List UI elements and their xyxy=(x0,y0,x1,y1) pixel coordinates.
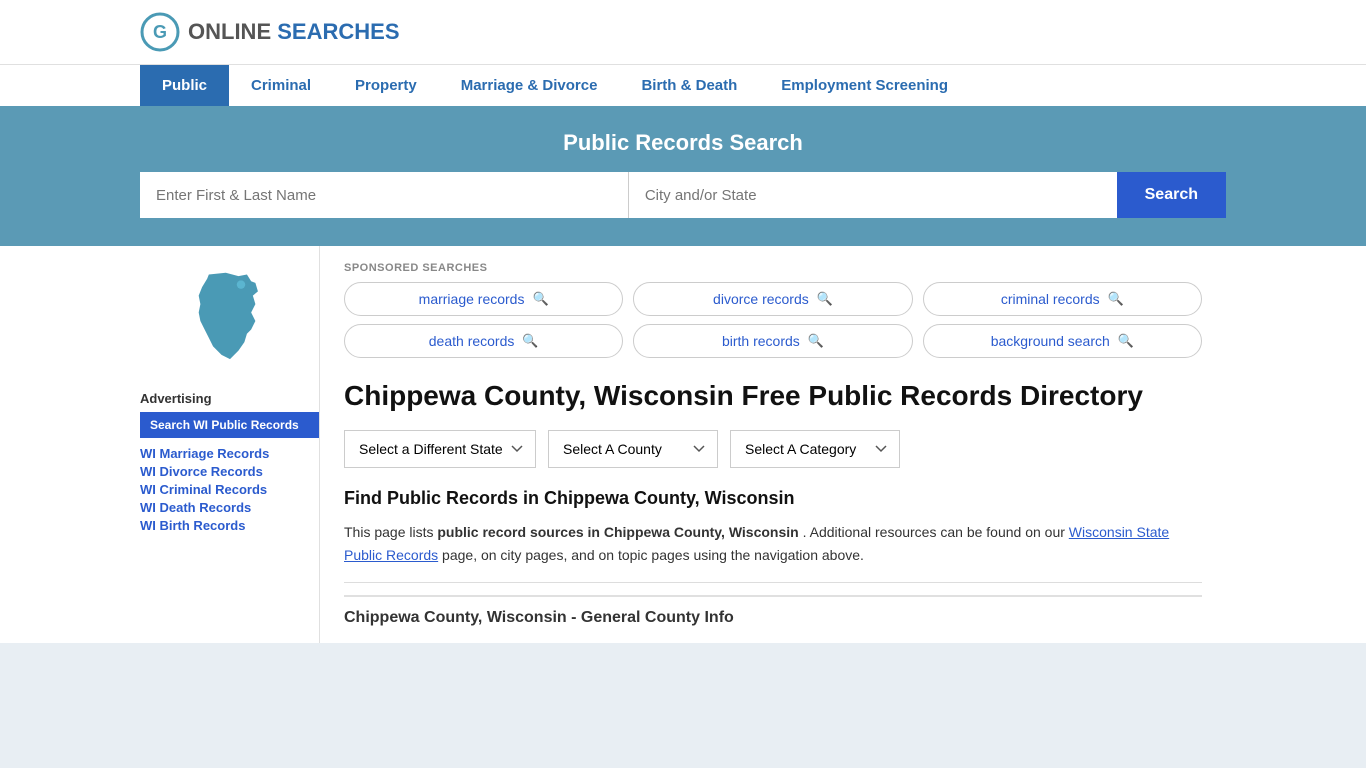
state-shape-icon xyxy=(175,266,285,376)
search-icon-5: 🔍 xyxy=(808,333,824,349)
county-dropdown[interactable]: Select A County xyxy=(548,430,718,468)
main-content: Advertising Search WI Public Records WI … xyxy=(0,246,1366,643)
county-info-title: Chippewa County, Wisconsin - General Cou… xyxy=(344,595,1202,627)
search-tag-divorce-label: divorce records xyxy=(713,291,809,307)
sidebar-link-birth[interactable]: WI Birth Records xyxy=(140,518,319,533)
search-tag-background[interactable]: background search 🔍 xyxy=(923,324,1202,358)
find-text-bold: public record sources in Chippewa County… xyxy=(437,524,798,540)
search-tag-birth-label: birth records xyxy=(722,333,800,349)
logo-online-text: ONLINE xyxy=(188,19,271,44)
search-banner: Public Records Search Search xyxy=(0,106,1366,246)
search-icon-4: 🔍 xyxy=(522,333,538,349)
search-tag-background-label: background search xyxy=(991,333,1110,349)
logo[interactable]: G ONLINE SEARCHES xyxy=(140,12,400,52)
search-icon-6: 🔍 xyxy=(1118,333,1134,349)
nav-item-property[interactable]: Property xyxy=(333,65,439,106)
find-text-3: page, on city pages, and on topic pages … xyxy=(442,547,864,563)
search-tag-marriage-label: marriage records xyxy=(419,291,525,307)
nav-item-marriage-divorce[interactable]: Marriage & Divorce xyxy=(439,65,620,106)
name-search-input[interactable] xyxy=(140,172,629,218)
section-divider xyxy=(344,582,1202,583)
search-tag-birth[interactable]: birth records 🔍 xyxy=(633,324,912,358)
find-text-1: This page lists xyxy=(344,524,437,540)
search-icon-2: 🔍 xyxy=(817,291,833,307)
header: G ONLINE SEARCHES xyxy=(0,0,1366,64)
page-title: Chippewa County, Wisconsin Free Public R… xyxy=(344,378,1202,414)
location-search-input[interactable] xyxy=(629,172,1117,218)
search-tags-row-1: marriage records 🔍 divorce records 🔍 cri… xyxy=(344,282,1202,316)
nav-item-public[interactable]: Public xyxy=(140,65,229,106)
search-form: Search xyxy=(140,172,1226,218)
dropdowns-row: Select a Different State Select A County… xyxy=(344,430,1202,468)
search-tags-row-2: death records 🔍 birth records 🔍 backgrou… xyxy=(344,324,1202,358)
sidebar-link-divorce[interactable]: WI Divorce Records xyxy=(140,464,319,479)
search-icon-1: 🔍 xyxy=(532,291,548,307)
find-records-title: Find Public Records in Chippewa County, … xyxy=(344,488,1202,509)
advertising-label: Advertising xyxy=(140,391,319,406)
search-tag-criminal-label: criminal records xyxy=(1001,291,1100,307)
sponsored-label: SPONSORED SEARCHES xyxy=(344,262,1202,274)
state-dropdown[interactable]: Select a Different State xyxy=(344,430,536,468)
main-nav: Public Criminal Property Marriage & Divo… xyxy=(0,64,1366,106)
right-content: SPONSORED SEARCHES marriage records 🔍 di… xyxy=(320,246,1226,643)
sponsored-searches: SPONSORED SEARCHES marriage records 🔍 di… xyxy=(344,262,1202,358)
search-icon-3: 🔍 xyxy=(1108,291,1124,307)
search-tag-marriage[interactable]: marriage records 🔍 xyxy=(344,282,623,316)
search-button[interactable]: Search xyxy=(1117,172,1226,218)
search-banner-title: Public Records Search xyxy=(140,130,1226,156)
advertising-section: Advertising Search WI Public Records WI … xyxy=(140,391,319,533)
category-dropdown[interactable]: Select A Category xyxy=(730,430,900,468)
sidebar-link-criminal[interactable]: WI Criminal Records xyxy=(140,482,319,497)
nav-item-birth-death[interactable]: Birth & Death xyxy=(619,65,759,106)
find-records-text: This page lists public record sources in… xyxy=(344,521,1202,566)
logo-icon: G xyxy=(140,12,180,52)
find-text-2: . Additional resources can be found on o… xyxy=(803,524,1069,540)
nav-item-criminal[interactable]: Criminal xyxy=(229,65,333,106)
search-tag-death[interactable]: death records 🔍 xyxy=(344,324,623,358)
search-tag-divorce[interactable]: divorce records 🔍 xyxy=(633,282,912,316)
sidebar-link-marriage[interactable]: WI Marriage Records xyxy=(140,446,319,461)
search-tag-criminal[interactable]: criminal records 🔍 xyxy=(923,282,1202,316)
sidebar-link-death[interactable]: WI Death Records xyxy=(140,500,319,515)
svg-text:G: G xyxy=(153,22,167,42)
logo-searches-text: SEARCHES xyxy=(277,19,399,44)
sidebar-search-button[interactable]: Search WI Public Records xyxy=(140,412,319,438)
state-map xyxy=(140,266,319,379)
nav-item-employment[interactable]: Employment Screening xyxy=(759,65,970,106)
search-tag-death-label: death records xyxy=(429,333,515,349)
sidebar: Advertising Search WI Public Records WI … xyxy=(140,246,320,643)
